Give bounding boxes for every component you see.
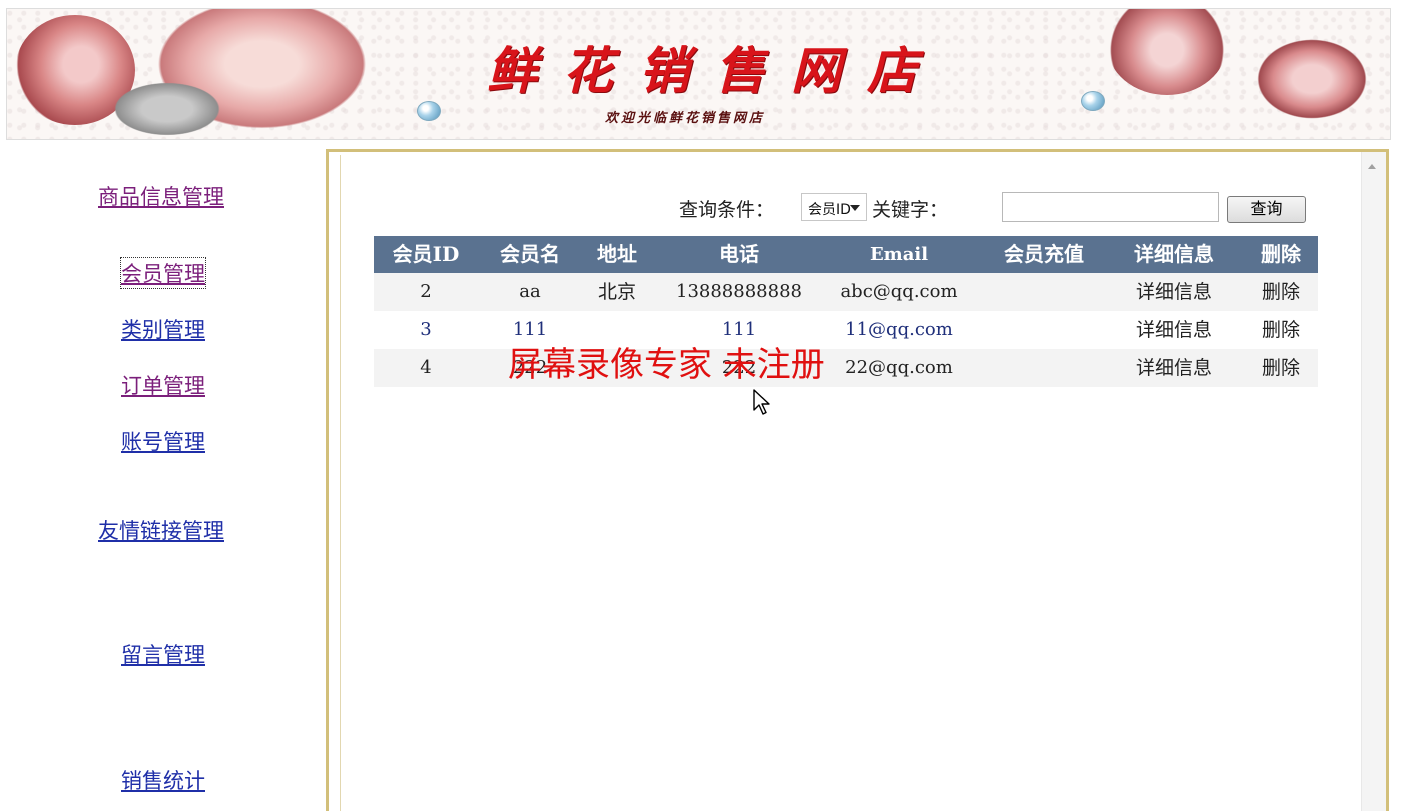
query-condition-select[interactable]: 会员ID [801, 193, 867, 221]
detail-link[interactable]: 详细信息 [1124, 311, 1224, 349]
cell-member-id: 2 [420, 281, 432, 302]
detail-link[interactable]: 详细信息 [1124, 273, 1224, 311]
query-button[interactable]: 查询 [1227, 196, 1306, 223]
detail-link[interactable]: 详细信息 [1124, 349, 1224, 387]
delete-link[interactable]: 删除 [1250, 311, 1312, 349]
cell-email: 22@qq.com [845, 357, 953, 378]
column-header-member-name: 会员名 [500, 242, 560, 266]
rose-decoration-right [1107, 9, 1227, 95]
cell-member-name: aa [519, 281, 541, 302]
column-header-phone: 电话 [719, 242, 759, 266]
cell-member-id: 3 [420, 319, 432, 340]
sidebar-item-accounts[interactable]: 账号管理 [121, 426, 205, 456]
water-drop-icon [417, 101, 441, 121]
cell-member-id: 4 [420, 357, 432, 378]
cell-phone: 13888888888 [676, 281, 802, 302]
sidebar-item-categories[interactable]: 类别管理 [121, 314, 205, 344]
recording-watermark: 屏幕录像专家 未注册 [508, 345, 825, 385]
sidebar-item-orders[interactable]: 订单管理 [121, 370, 205, 400]
cell-recharge [989, 349, 1099, 387]
chevron-down-icon [850, 205, 860, 211]
mouse-cursor-icon [753, 389, 770, 415]
delete-link[interactable]: 删除 [1250, 273, 1312, 311]
query-condition-selected: 会员ID [808, 202, 851, 218]
column-header-email: Email [869, 244, 929, 265]
sidebar-item-friend-links[interactable]: 友情链接管理 [98, 515, 224, 545]
rose-decoration-far-right [1257, 39, 1367, 119]
cell-address: 北京 [597, 281, 636, 303]
cell-email: 11@qq.com [845, 319, 953, 340]
column-header-delete: 删除 [1261, 242, 1301, 266]
query-condition-label: 查询条件： [679, 199, 775, 221]
sidebar-item-sales-stats[interactable]: 销售统计 [121, 765, 205, 795]
column-header-recharge: 会员充值 [1004, 242, 1084, 266]
site-title: 鲜花销售网店 [487, 41, 943, 100]
sidebar-item-product-info[interactable]: 商品信息管理 [98, 181, 224, 211]
sidebar-item-messages[interactable]: 留言管理 [121, 639, 205, 669]
cell-recharge [989, 273, 1099, 311]
scroll-up-icon[interactable] [1368, 164, 1376, 169]
column-header-detail: 详细信息 [1134, 242, 1214, 266]
delete-link[interactable]: 删除 [1250, 349, 1312, 387]
keyword-label: 关键字： [872, 199, 949, 221]
cell-recharge [989, 311, 1099, 349]
site-banner: 鲜花销售网店 欢迎光临鲜花销售网店 [6, 8, 1391, 140]
vertical-scrollbar[interactable] [1361, 152, 1386, 811]
keyword-input[interactable] [1002, 192, 1219, 222]
leaf-decoration [107, 79, 227, 139]
sidebar-item-members[interactable]: 会员管理 [120, 257, 206, 289]
water-drop-icon [1081, 91, 1105, 111]
column-header-address: 地址 [597, 242, 637, 266]
column-header-member-id: 会员ID [392, 242, 460, 266]
cell-email: abc@qq.com [840, 281, 958, 302]
table-header: 会员ID 会员名 地址 电话 Email 会员充值 详细信息 删除 [374, 236, 1318, 273]
admin-sidebar: 商品信息管理 会员管理 类别管理 订单管理 账号管理 友情链接管理 留言管理 销… [0, 140, 326, 811]
table-row: 2 aa 北京 13888888888 abc@qq.com 详细信息 删除 [374, 273, 1318, 311]
site-subtitle: 欢迎光临鲜花销售网店 [605, 111, 766, 126]
